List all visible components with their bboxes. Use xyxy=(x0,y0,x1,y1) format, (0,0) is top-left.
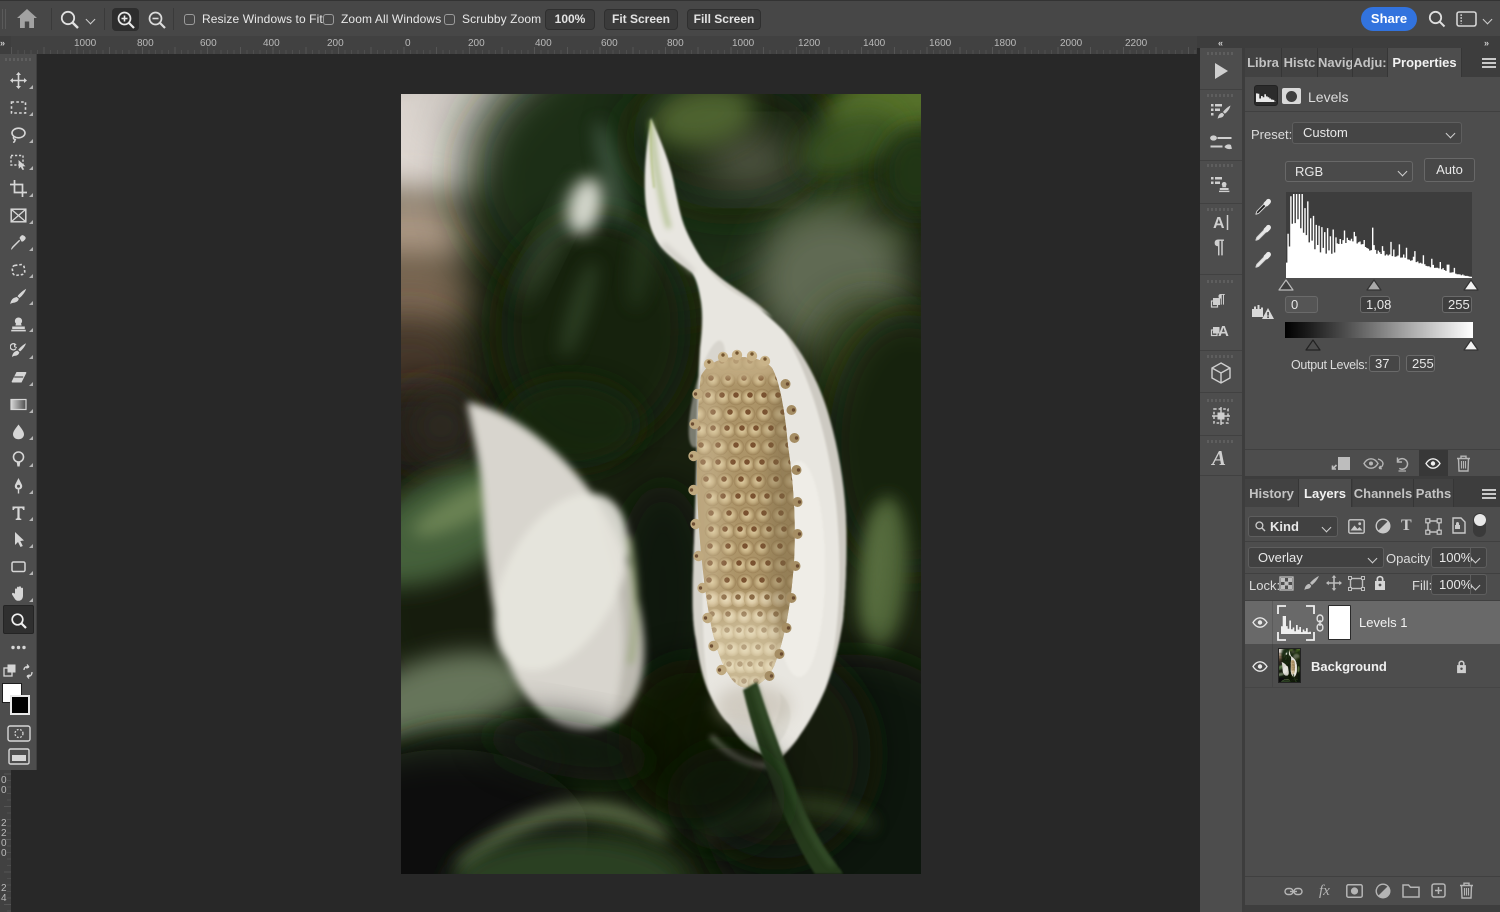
svg-text:A: A xyxy=(1213,215,1225,232)
svg-text:A: A xyxy=(1218,323,1229,340)
svg-text:A: A xyxy=(1210,446,1226,470)
svg-text:¶: ¶ xyxy=(1214,237,1225,258)
